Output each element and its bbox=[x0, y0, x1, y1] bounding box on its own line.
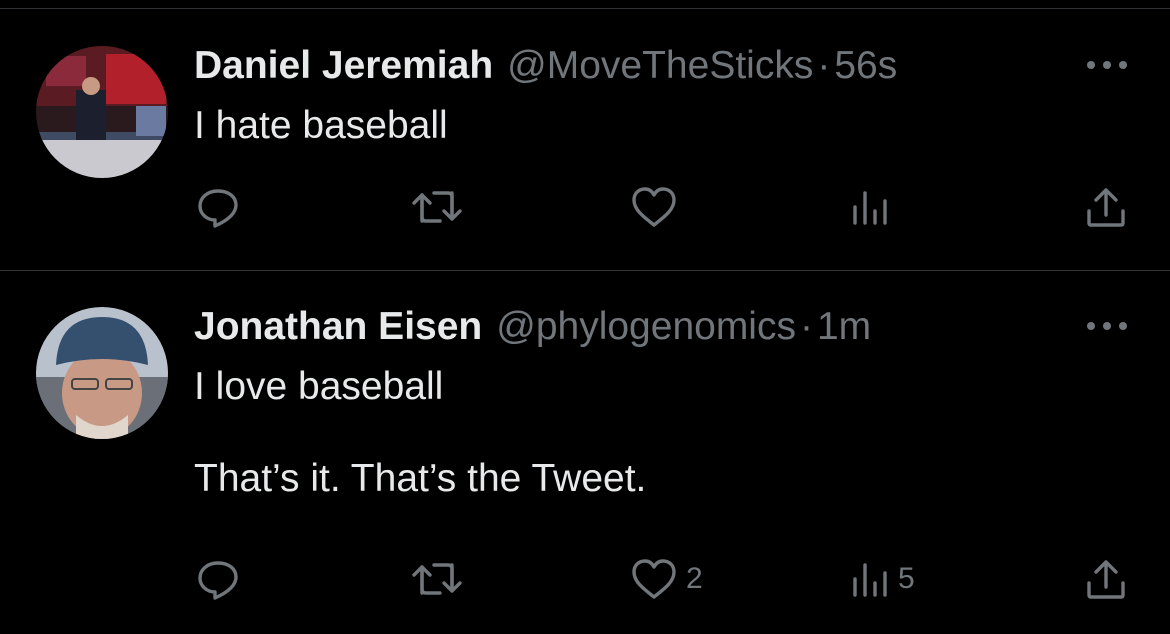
separator-dot: · bbox=[817, 44, 831, 87]
tweet-text: I hate baseball bbox=[194, 104, 448, 147]
timestamp[interactable]: 1m bbox=[817, 305, 871, 348]
user-handle[interactable]: @phylogenomics bbox=[496, 305, 796, 348]
share-button[interactable] bbox=[1084, 182, 1128, 232]
avatar[interactable] bbox=[36, 46, 168, 178]
tweet-text: I love baseball That’s it. That’s the Tw… bbox=[194, 365, 647, 500]
tweet-jonathan-eisen[interactable]: Jonathan Eisen @phylogenomics · 1m I love b… bbox=[0, 271, 1170, 634]
retweet-button[interactable] bbox=[410, 182, 472, 232]
reply-button[interactable] bbox=[196, 182, 248, 232]
share-icon bbox=[1087, 560, 1125, 599]
like-count: 2 bbox=[686, 562, 703, 595]
reply-icon bbox=[198, 561, 238, 600]
heart-icon bbox=[632, 559, 676, 599]
timestamp[interactable]: 56s bbox=[834, 44, 897, 87]
retweet-icon bbox=[412, 191, 462, 223]
tweet-daniel-jeremiah[interactable]: Daniel Jeremiah @MoveTheSticks · 56s I hate… bbox=[0, 0, 1170, 270]
avatar[interactable] bbox=[36, 307, 168, 439]
tweet-header: Daniel Jeremiah @MoveTheSticks · 56s bbox=[194, 43, 897, 89]
views-icon bbox=[853, 191, 887, 225]
view-count: 5 bbox=[898, 562, 915, 595]
more-icon[interactable] bbox=[1084, 319, 1130, 333]
display-name[interactable]: Jonathan Eisen bbox=[194, 305, 482, 348]
share-icon bbox=[1087, 188, 1125, 227]
heart-icon bbox=[632, 187, 676, 227]
like-button[interactable] bbox=[630, 182, 686, 232]
retweet-icon bbox=[412, 563, 462, 595]
separator-dot: · bbox=[799, 305, 813, 348]
reply-icon bbox=[198, 189, 238, 228]
views-icon bbox=[853, 563, 887, 597]
action-bar bbox=[0, 182, 1170, 232]
views-button[interactable] bbox=[850, 182, 898, 232]
like-button[interactable]: 2 bbox=[630, 554, 703, 604]
share-button[interactable] bbox=[1084, 554, 1128, 604]
more-icon[interactable] bbox=[1084, 58, 1130, 72]
action-bar: 2 5 bbox=[0, 554, 1170, 604]
reply-button[interactable] bbox=[196, 554, 248, 604]
retweet-button[interactable] bbox=[410, 554, 472, 604]
views-button[interactable]: 5 bbox=[850, 554, 915, 604]
user-handle[interactable]: @MoveTheSticks bbox=[507, 44, 813, 87]
tweet-header: Jonathan Eisen @phylogenomics · 1m bbox=[194, 304, 871, 350]
display-name[interactable]: Daniel Jeremiah bbox=[194, 44, 493, 87]
